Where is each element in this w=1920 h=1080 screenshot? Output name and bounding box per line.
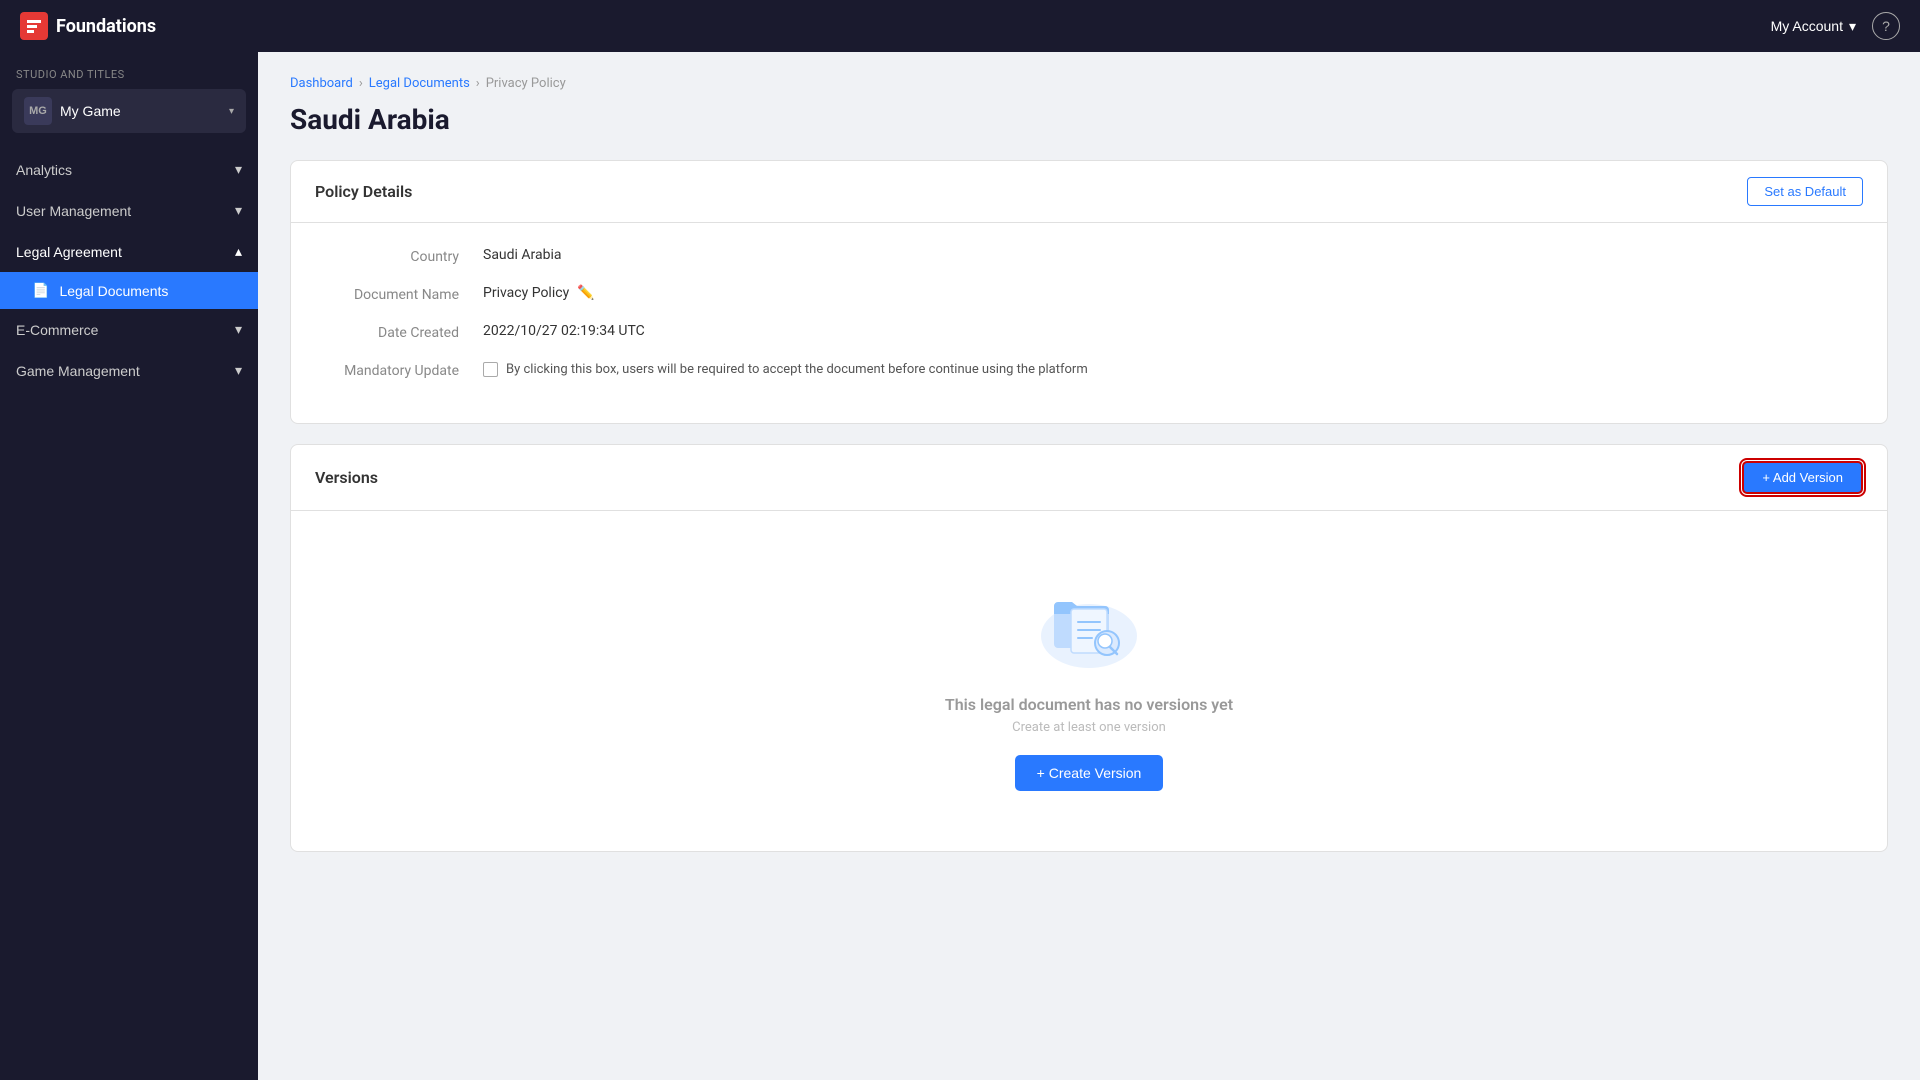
- date-created-row: Date Created 2022/10/27 02:19:34 UTC: [323, 323, 1855, 341]
- sidebar-item-legal-agreement-label: Legal Agreement: [16, 244, 122, 260]
- studio-name: My Game: [60, 103, 221, 119]
- legal-agreement-chevron-icon: ▴: [235, 243, 242, 260]
- policy-details-body: Country Saudi Arabia Document Name Priva…: [291, 223, 1887, 423]
- sidebar-item-legal-documents-label: Legal Documents: [59, 283, 168, 299]
- sidebar-item-game-management-label: Game Management: [16, 363, 140, 379]
- analytics-chevron-icon: ▾: [235, 161, 242, 178]
- mandatory-update-row: Mandatory Update By clicking this box, u…: [323, 361, 1855, 379]
- sidebar-item-legal-documents[interactable]: 📄 Legal Documents: [0, 272, 258, 309]
- legal-documents-icon: 📄: [32, 282, 49, 299]
- user-mgmt-chevron-icon: ▾: [235, 202, 242, 219]
- brand-label: Foundations: [56, 16, 156, 37]
- document-name-row: Document Name Privacy Policy ✏️: [323, 285, 1855, 303]
- sidebar-item-legal-agreement[interactable]: Legal Agreement ▴: [0, 231, 258, 272]
- no-versions-illustration: [1029, 571, 1149, 671]
- country-label: Country: [323, 247, 483, 265]
- game-mgmt-chevron-icon: ▾: [235, 362, 242, 379]
- mandatory-update-value: By clicking this box, users will be requ…: [483, 361, 1088, 377]
- main-layout: STUDIO AND TITLES MG My Game ▾ Analytics…: [0, 52, 1920, 1080]
- versions-header: Versions + Add Version: [291, 445, 1887, 511]
- breadcrumb-legal-documents[interactable]: Legal Documents: [369, 76, 470, 91]
- sidebar-item-analytics[interactable]: Analytics ▾: [0, 149, 258, 190]
- country-value: Saudi Arabia: [483, 247, 562, 263]
- breadcrumb-sep-1: ›: [359, 76, 363, 91]
- sidebar-item-e-commerce[interactable]: E-Commerce ▾: [0, 309, 258, 350]
- studio-avatar: MG: [24, 97, 52, 125]
- create-version-button[interactable]: + Create Version: [1015, 755, 1164, 791]
- add-version-button[interactable]: + Add Version: [1742, 461, 1863, 494]
- empty-sub: Create at least one version: [1012, 720, 1166, 735]
- sidebar-item-user-management[interactable]: User Management ▾: [0, 190, 258, 231]
- sidebar-item-analytics-label: Analytics: [16, 162, 72, 178]
- country-row: Country Saudi Arabia: [323, 247, 1855, 265]
- sidebar-item-user-management-label: User Management: [16, 203, 131, 219]
- main-content: Dashboard › Legal Documents › Privacy Po…: [258, 52, 1920, 1080]
- page-title: Saudi Arabia: [290, 103, 1888, 136]
- brand-logo: Foundations: [20, 12, 156, 40]
- sidebar-item-game-management[interactable]: Game Management ▾: [0, 350, 258, 391]
- date-created-value: 2022/10/27 02:19:34 UTC: [483, 323, 645, 339]
- breadcrumb-privacy-policy: Privacy Policy: [486, 76, 566, 91]
- versions-empty-state: This legal document has no versions yet …: [291, 511, 1887, 851]
- date-created-label: Date Created: [323, 323, 483, 341]
- set-as-default-button[interactable]: Set as Default: [1747, 177, 1863, 206]
- top-navigation: Foundations My Account ▾ ?: [0, 0, 1920, 52]
- breadcrumb: Dashboard › Legal Documents › Privacy Po…: [290, 76, 1888, 91]
- breadcrumb-dashboard[interactable]: Dashboard: [290, 76, 353, 91]
- empty-illustration: [1029, 571, 1149, 675]
- studio-chevron-icon: ▾: [229, 106, 234, 117]
- help-button[interactable]: ?: [1872, 12, 1900, 40]
- my-account-chevron-icon: ▾: [1849, 18, 1856, 35]
- versions-title: Versions: [315, 468, 378, 487]
- sidebar-item-e-commerce-label: E-Commerce: [16, 322, 98, 338]
- versions-card: Versions + Add Version: [290, 444, 1888, 852]
- policy-details-title: Policy Details: [315, 182, 412, 201]
- breadcrumb-sep-2: ›: [476, 76, 480, 91]
- mandatory-update-checkbox[interactable]: [483, 362, 498, 377]
- topnav-right: My Account ▾ ?: [1771, 12, 1900, 40]
- foundations-logo-icon: [20, 12, 48, 40]
- mandatory-update-label: Mandatory Update: [323, 361, 483, 379]
- edit-document-name-icon[interactable]: ✏️: [577, 285, 594, 301]
- document-name-label: Document Name: [323, 285, 483, 303]
- e-commerce-chevron-icon: ▾: [235, 321, 242, 338]
- empty-title: This legal document has no versions yet: [945, 695, 1233, 714]
- studio-selector-button[interactable]: MG My Game ▾: [12, 89, 246, 133]
- sidebar: STUDIO AND TITLES MG My Game ▾ Analytics…: [0, 52, 258, 1080]
- help-icon: ?: [1882, 18, 1890, 34]
- studio-label: STUDIO AND TITLES: [0, 52, 258, 89]
- policy-details-header: Policy Details Set as Default: [291, 161, 1887, 223]
- document-name-value: Privacy Policy ✏️: [483, 285, 595, 301]
- policy-details-card: Policy Details Set as Default Country Sa…: [290, 160, 1888, 424]
- mandatory-update-text: By clicking this box, users will be requ…: [506, 362, 1088, 377]
- my-account-label: My Account: [1771, 18, 1843, 34]
- my-account-button[interactable]: My Account ▾: [1771, 18, 1856, 35]
